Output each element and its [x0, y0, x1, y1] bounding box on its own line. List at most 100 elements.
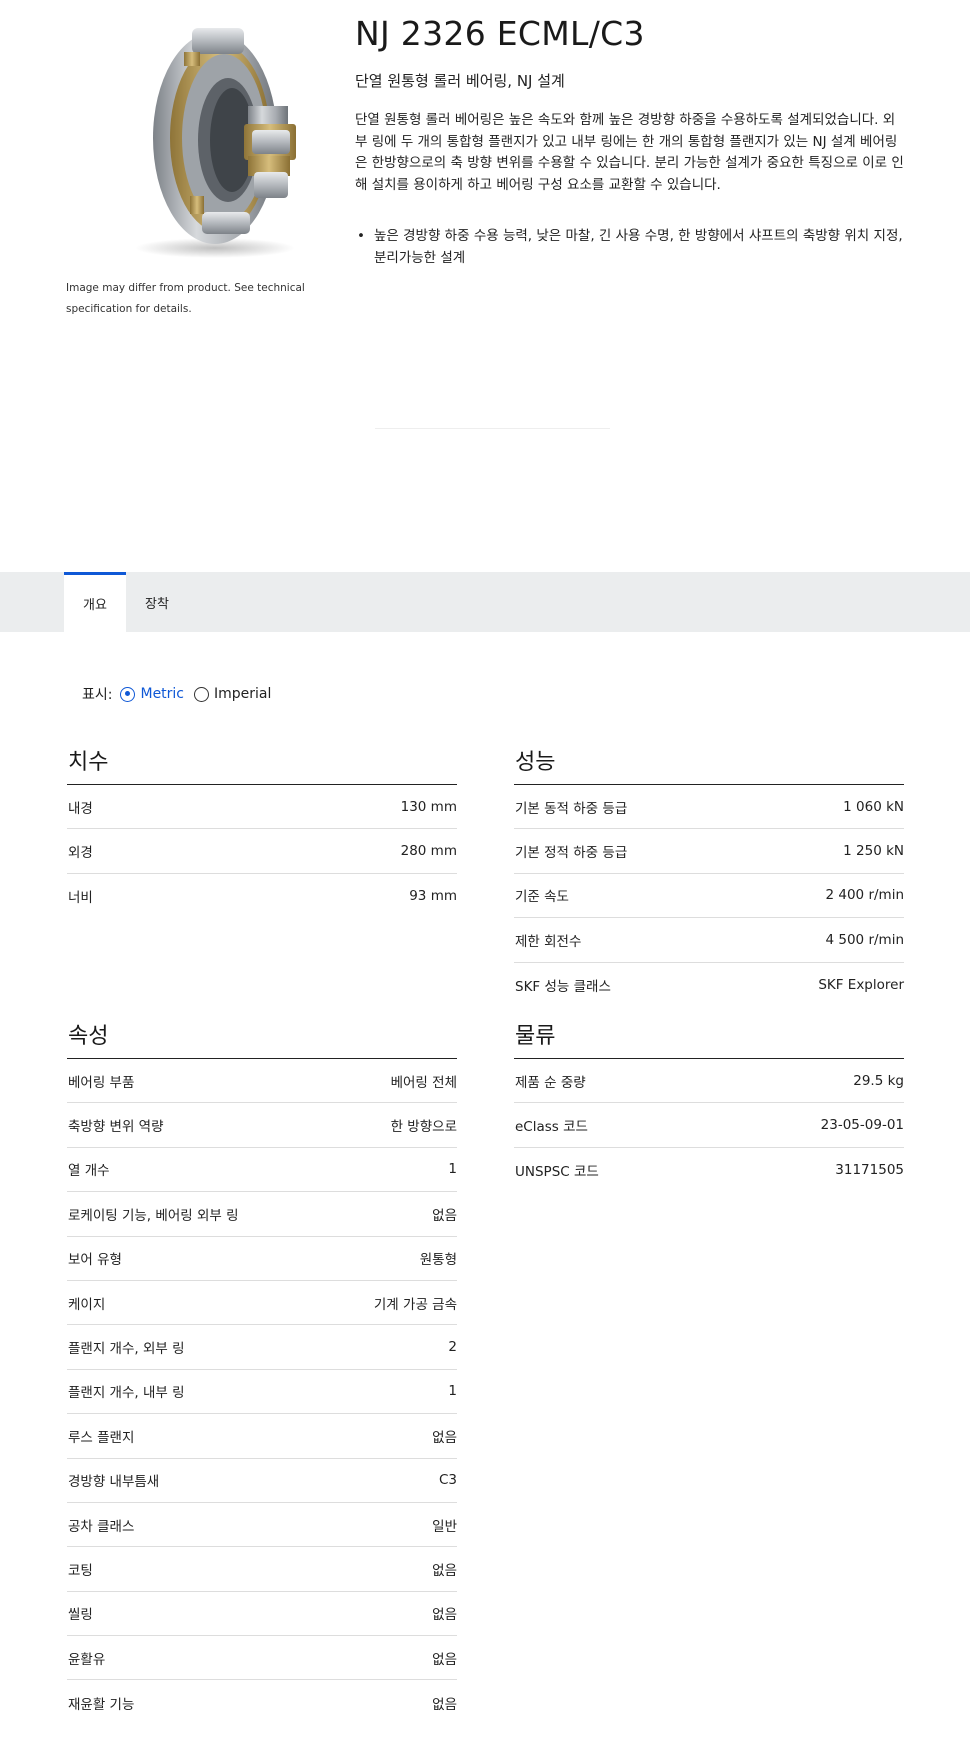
spec-row: 제한 회전수 4 500 r/min	[514, 918, 905, 963]
spec-name: eClass 코드	[515, 1119, 588, 1136]
spec-name: 공차 클래스	[68, 1518, 135, 1535]
spec-name: 기본 정적 하중 등급	[515, 845, 628, 862]
spec-row: 축방향 변위 역량 한 방향으로	[67, 1103, 457, 1148]
spec-table: 내경 130 mm 외경 280 mm 너비 93 mm	[67, 784, 457, 918]
spec-value: 2 400 r/min	[825, 887, 905, 904]
section-performance: 성능 기본 동적 하중 등급 1 060 kN 기본 정적 하중 등급 1 250 …	[514, 748, 904, 1007]
product-subtitle: 단열 원통형 롤러 베어링, NJ 설계	[355, 72, 565, 90]
benefits-list: 높은 경방향 하중 수용 능력, 낮은 마찰, 긴 사용 수명, 한 방향에서 …	[355, 226, 905, 269]
spec-value: 280 mm	[400, 843, 457, 860]
spec-value: 130 mm	[400, 798, 457, 815]
spec-value: 없음	[432, 1651, 457, 1668]
spec-name: 코팅	[68, 1562, 93, 1579]
section-dimensions: 치수 내경 130 mm 외경 280 mm 너비 93 mm	[67, 748, 457, 918]
spec-value: 1 060 kN	[843, 798, 904, 815]
spec-row: 베어링 부품 베어링 전체	[67, 1059, 457, 1104]
spec-row: 플랜지 개수, 외부 링 2	[67, 1325, 457, 1370]
unit-label: 표시:	[82, 687, 113, 703]
radio-metric-label[interactable]: Metric	[140, 686, 184, 702]
spec-name: 베어링 부품	[68, 1074, 135, 1091]
spec-row: 씰링 없음	[67, 1592, 457, 1637]
spec-value: 없음	[432, 1696, 457, 1713]
section-title: 치수	[68, 750, 109, 775]
spec-value: C3	[438, 1472, 457, 1489]
radio-imperial[interactable]: Imperial	[194, 686, 271, 702]
benefit-item: 높은 경방향 하중 수용 능력, 낮은 마찰, 긴 사용 수명, 한 방향에서 …	[355, 226, 905, 269]
spec-row: 외경 280 mm	[67, 829, 457, 874]
section-title: 속성	[68, 1024, 109, 1049]
radio-metric[interactable]: Metric	[120, 686, 184, 702]
unit-toggle: 표시: Metric Imperial	[82, 684, 281, 704]
tab-bar: 개요 장착	[0, 572, 970, 632]
spec-name: 기본 동적 하중 등급	[515, 800, 628, 817]
section-title: 성능	[515, 750, 556, 775]
spec-name: 보어 유형	[68, 1252, 122, 1269]
radio-checked-icon[interactable]	[120, 686, 136, 702]
spec-table: 베어링 부품 베어링 전체 축방향 변위 역량 한 방향으로 열 개수 1 로케이팅 …	[67, 1058, 457, 1725]
spec-value: 31171505	[835, 1161, 904, 1178]
spec-value: 1	[448, 1161, 457, 1178]
spec-name: 플랜지 개수, 외부 링	[68, 1341, 185, 1358]
spec-value: 23-05-09-01	[820, 1117, 904, 1134]
spec-row: 기본 동적 하중 등급 1 060 kN	[514, 785, 904, 830]
spec-row: UNSPSC 코드 31171505	[514, 1148, 904, 1192]
spec-row: 공차 클래스 일반	[67, 1503, 457, 1548]
spec-row: 재윤활 기능 없음	[67, 1680, 457, 1724]
radio-unchecked-icon[interactable]	[194, 686, 210, 702]
tab-mounting[interactable]: 장착	[126, 572, 188, 632]
product-description: 단열 원통형 롤러 베어링은 높은 속도와 함께 높은 경방향 하중을 수용하도…	[355, 112, 904, 193]
spec-value: 없음	[432, 1607, 457, 1624]
spec-value: 29.5 kg	[853, 1072, 904, 1089]
spec-row: 플랜지 개수, 내부 링 1	[67, 1370, 457, 1415]
section-logistics: 물류 제품 순 중량 29.5 kg eClass 코드 23-05-09-01 U…	[514, 1022, 904, 1192]
spec-row: SKF 성능 클래스 SKF Explorer	[514, 963, 904, 1007]
image-disclaimer: Image may differ from product. See techn…	[66, 282, 305, 315]
spec-name: 너비	[68, 889, 93, 906]
spec-value: 2	[448, 1339, 457, 1356]
spec-value: SKF Explorer	[818, 976, 904, 993]
spec-value: 93 mm	[409, 887, 457, 904]
spec-name: 루스 플랜지	[68, 1429, 135, 1446]
radio-imperial-label[interactable]: Imperial	[214, 686, 271, 702]
spec-row: eClass 코드 23-05-09-01	[514, 1103, 904, 1148]
tab-overview[interactable]: 개요	[64, 572, 126, 632]
spec-name: 씰링	[68, 1607, 93, 1624]
spec-name: 제한 회전수	[515, 933, 582, 950]
spec-value: 1 250 kN	[843, 843, 904, 860]
spec-row: 열 개수 1	[67, 1148, 457, 1193]
spec-name: 로케이팅 기능, 베어링 외부 링	[68, 1207, 239, 1224]
spec-name: SKF 성능 클래스	[515, 978, 611, 995]
spec-row: 너비 93 mm	[67, 874, 457, 918]
spec-row: 케이지 기계 가공 금속	[67, 1281, 457, 1326]
spec-name: 기준 속도	[515, 889, 569, 906]
spec-row: 루스 플랜지 없음	[67, 1414, 457, 1459]
spec-row: 윤활유 없음	[67, 1636, 457, 1681]
spec-name: 열 개수	[68, 1163, 110, 1180]
spec-row: 제품 순 중량 29.5 kg	[514, 1059, 904, 1104]
spec-row: 보어 유형 원통형	[67, 1237, 457, 1281]
spec-row: 로케이팅 기능, 베어링 외부 링 없음	[67, 1192, 457, 1237]
spec-table: 제품 순 중량 29.5 kg eClass 코드 23-05-09-01 UNSP…	[514, 1058, 904, 1192]
spec-value: 한 방향으로	[390, 1119, 457, 1136]
spec-name: 내경	[68, 800, 93, 817]
spec-value: 4 500 r/min	[825, 931, 905, 948]
product-image	[120, 16, 320, 262]
cylindrical-roller-bearing-illustration	[135, 28, 296, 258]
spec-row: 기본 정적 하중 등급 1 250 kN	[514, 829, 904, 874]
spec-row: 내경 130 mm	[67, 785, 457, 830]
divider	[375, 428, 610, 429]
spec-value: 1	[448, 1383, 457, 1400]
spec-name: UNSPSC 코드	[515, 1163, 599, 1180]
spec-value: 없음	[432, 1207, 457, 1224]
spec-value: 없음	[432, 1429, 457, 1446]
spec-name: 케이지	[68, 1296, 106, 1313]
spec-name: 경방향 내부틈새	[68, 1474, 160, 1491]
spec-name: 외경	[68, 845, 93, 862]
spec-name: 재윤활 기능	[68, 1696, 135, 1713]
spec-name: 제품 순 중량	[515, 1074, 586, 1091]
spec-row: 코팅 없음	[67, 1547, 457, 1592]
spec-value: 없음	[432, 1562, 457, 1579]
spec-row: 기준 속도 2 400 r/min	[514, 874, 905, 919]
spec-value: 원통형	[419, 1252, 457, 1269]
section-properties: 속성 베어링 부품 베어링 전체 축방향 변위 역량 한 방향으로 열 개수 1 로케…	[67, 1022, 457, 1725]
